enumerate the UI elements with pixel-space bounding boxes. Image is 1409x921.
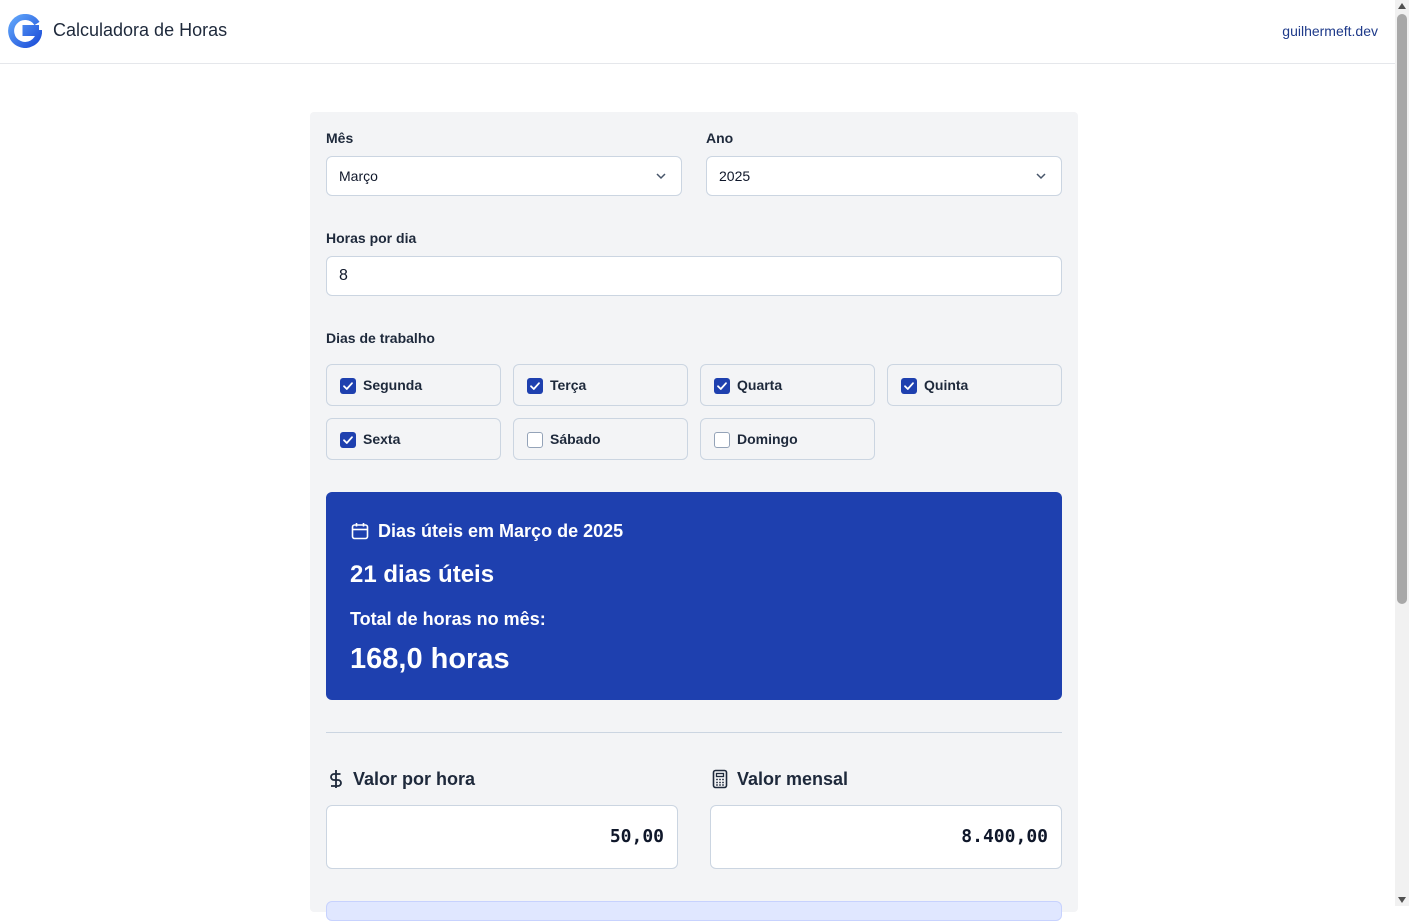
scroll-up-arrow-icon[interactable] bbox=[1398, 3, 1406, 9]
work-days-label: Dias de trabalho bbox=[326, 330, 435, 346]
year-select[interactable]: 2025 bbox=[706, 156, 1062, 196]
hourly-rate-label: Valor por hora bbox=[353, 769, 476, 789]
page-scrollbar[interactable] bbox=[1395, 0, 1409, 906]
workday-option-4[interactable]: Sexta bbox=[326, 418, 501, 460]
workday-option-3[interactable]: Quinta bbox=[887, 364, 1062, 406]
workday-label: Sexta bbox=[363, 431, 401, 447]
calendar-icon bbox=[351, 523, 369, 540]
month-select-value: Março bbox=[339, 168, 378, 184]
logo-g-icon bbox=[8, 14, 42, 48]
scroll-thumb[interactable] bbox=[1397, 14, 1407, 604]
scroll-down-arrow-icon[interactable] bbox=[1398, 897, 1406, 903]
workday-label: Quarta bbox=[737, 377, 783, 393]
chevron-down-icon bbox=[1036, 173, 1046, 180]
summary-title: Dias úteis em Março de 2025 bbox=[378, 521, 624, 541]
year-select-value: 2025 bbox=[719, 168, 751, 184]
calculator-card: Mês Março Ano 2025 Horas por dia 8 Dias … bbox=[310, 112, 1078, 921]
workday-option-1[interactable]: Terça bbox=[513, 364, 688, 406]
workday-option-5[interactable]: Sábado bbox=[513, 418, 688, 460]
hours-per-day-label: Horas por dia bbox=[326, 230, 417, 246]
workday-label: Segunda bbox=[363, 377, 423, 393]
checkbox-checked-icon[interactable] bbox=[527, 378, 543, 394]
workday-label: Quinta bbox=[924, 377, 969, 393]
workday-option-6[interactable]: Domingo bbox=[700, 418, 875, 460]
next-section-panel bbox=[326, 901, 1062, 921]
workday-option-2[interactable]: Quarta bbox=[700, 364, 875, 406]
workday-option-0[interactable]: Segunda bbox=[326, 364, 501, 406]
workday-label: Domingo bbox=[737, 431, 798, 447]
app-header: Calculadora de Horas guilhermeft.dev bbox=[0, 0, 1395, 64]
month-select[interactable]: Março bbox=[326, 156, 682, 196]
total-hours-label: Total de horas no mês: bbox=[350, 609, 546, 629]
checkbox-checked-icon[interactable] bbox=[714, 378, 730, 394]
business-days-count: 21 dias úteis bbox=[350, 561, 495, 588]
app-title: Calculadora de Horas bbox=[53, 20, 228, 40]
site-link[interactable]: guilhermeft.dev bbox=[1282, 23, 1378, 39]
checkbox-checked-icon[interactable] bbox=[340, 432, 356, 448]
year-label: Ano bbox=[706, 130, 734, 146]
summary-panel: Dias úteis em Março de 2025 21 dias útei… bbox=[326, 492, 1062, 700]
checkbox-unchecked-icon[interactable] bbox=[527, 432, 543, 448]
dollar-sign-icon bbox=[330, 770, 342, 788]
monthly-value-label: Valor mensal bbox=[737, 769, 849, 789]
checkbox-unchecked-icon[interactable] bbox=[714, 432, 730, 448]
calculator-icon bbox=[712, 769, 728, 789]
month-label: Mês bbox=[326, 130, 354, 146]
chevron-down-icon bbox=[656, 173, 666, 180]
hourly-rate-input[interactable]: 50,00 bbox=[326, 805, 678, 869]
workday-label: Sábado bbox=[550, 431, 601, 447]
hours-per-day-input[interactable]: 8 bbox=[326, 256, 1062, 296]
checkbox-checked-icon[interactable] bbox=[901, 378, 917, 394]
total-hours-value: 168,0 horas bbox=[350, 643, 510, 675]
monthly-value-output: 8.400,00 bbox=[710, 805, 1062, 869]
checkbox-checked-icon[interactable] bbox=[340, 378, 356, 394]
section-divider bbox=[326, 732, 1062, 733]
workday-label: Terça bbox=[550, 377, 587, 393]
